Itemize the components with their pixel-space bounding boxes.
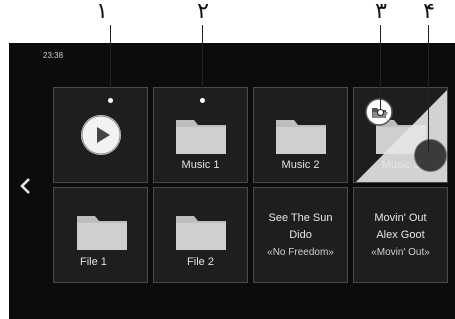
tile-song-2[interactable]: Movin' Out Alex Goot «Movin' Out» <box>353 187 448 283</box>
song-artist: Dido <box>289 229 312 241</box>
callout-2: ٢ <box>197 0 209 24</box>
callout-anchor-2 <box>199 97 206 104</box>
folder-icon <box>275 120 326 154</box>
callout-leader-4 <box>428 25 429 153</box>
song-album: «No Freedom» <box>267 247 334 258</box>
status-clock: 23:38 <box>43 51 64 60</box>
folder-icon <box>175 216 226 250</box>
callout-anchor-3 <box>377 109 384 116</box>
folder-icon <box>77 216 127 250</box>
chevron-left-icon <box>20 178 30 194</box>
tile-play[interactable] <box>53 87 148 183</box>
tile-label: File 1 <box>80 256 107 268</box>
back-button[interactable] <box>15 175 37 197</box>
head-unit-screen: 23:38 Music 1 Music 2 File 1 File 2 See … <box>9 43 455 319</box>
play-icon[interactable] <box>80 115 121 155</box>
media-grid: Music 1 Music 2 Music 3 <box>53 87 455 311</box>
song-info: See The Sun Dido «No Freedom» <box>254 210 347 261</box>
callout-leader-2 <box>202 25 203 99</box>
callout-anchor-1 <box>107 97 114 104</box>
tile-file-1[interactable]: File 1 <box>53 187 148 283</box>
tile-file-2[interactable]: File 2 <box>153 187 248 283</box>
callout-3: ٣ <box>375 0 387 24</box>
tile-music-2[interactable]: Music 2 <box>253 87 348 183</box>
tile-label: Music 2 <box>281 159 320 171</box>
callout-leader-1 <box>110 25 111 99</box>
tile-music-3[interactable]: Music 3 <box>353 87 448 183</box>
song-info: Movin' Out Alex Goot «Movin' Out» <box>354 210 447 261</box>
callout-1: ١ <box>96 0 108 24</box>
song-title: See The Sun <box>268 212 333 224</box>
tile-label: File 2 <box>187 256 214 268</box>
callout-4: ۴ <box>423 0 435 24</box>
song-title: Movin' Out <box>374 212 427 224</box>
folder-icon <box>175 120 226 154</box>
callout-leader-3 <box>380 25 381 111</box>
drag-handle[interactable] <box>414 139 447 172</box>
tile-label: Music 1 <box>181 159 220 171</box>
song-artist: Alex Goot <box>376 229 425 241</box>
song-album: «Movin' Out» <box>371 247 430 258</box>
tile-song-1[interactable]: See The Sun Dido «No Freedom» <box>253 187 348 283</box>
